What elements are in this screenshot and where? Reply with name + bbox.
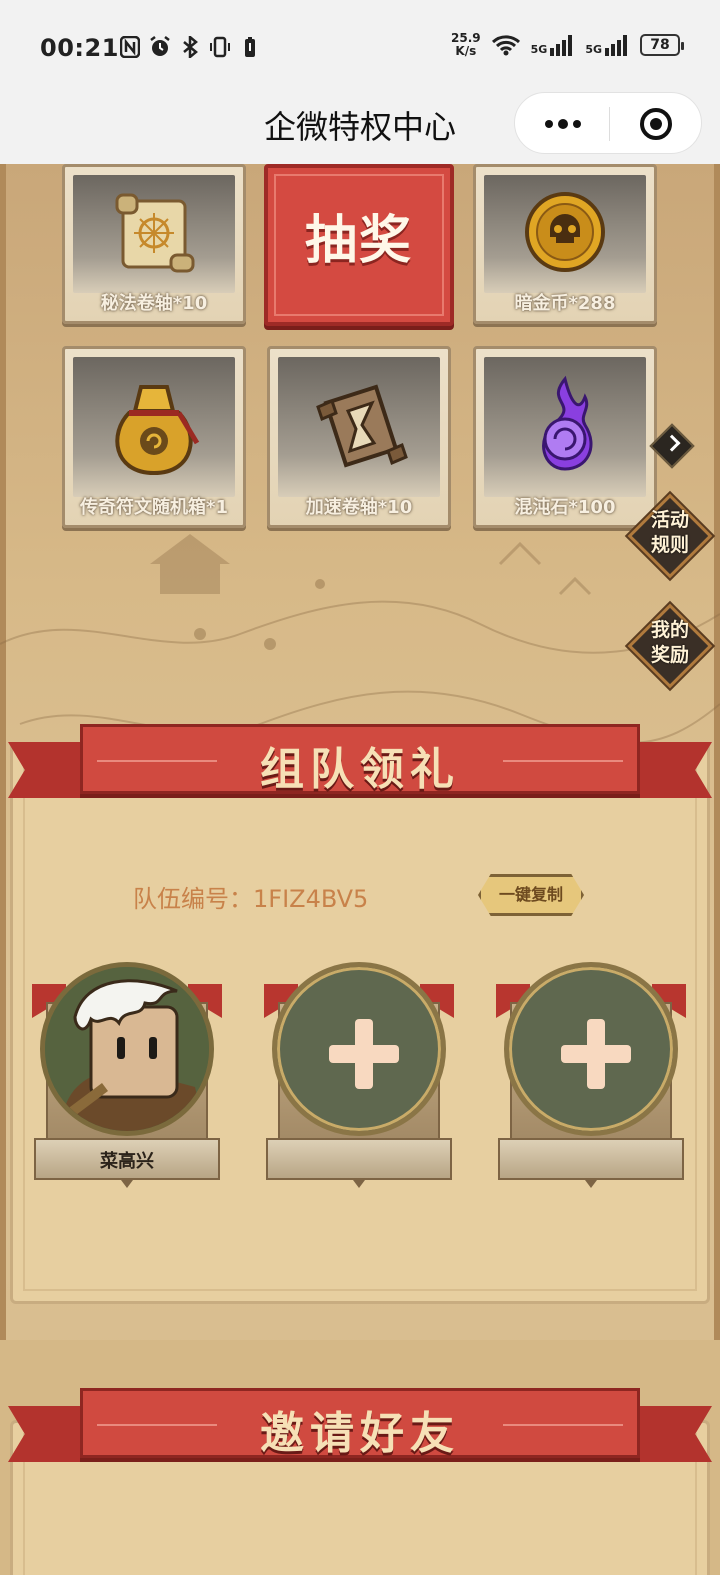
- team-slot-3[interactable]: [496, 962, 686, 1192]
- my-rewards-label: 我的 奖励: [628, 618, 712, 668]
- more-button[interactable]: [515, 93, 609, 155]
- reward-card-scroll: 秘法卷轴*10: [62, 164, 246, 324]
- network-speed: 25.9 K/s: [451, 32, 481, 58]
- more-dot-icon: [558, 119, 568, 129]
- reward-card-coin: 暗金币*288: [473, 164, 657, 324]
- reward-label: 暗金币*288: [514, 293, 616, 314]
- reward-label: 加速卷轴*10: [305, 497, 413, 518]
- draw-label: 抽奖: [304, 211, 413, 271]
- skull-coin-icon: [525, 192, 605, 272]
- rules-line-1: 活动: [650, 509, 689, 531]
- team-code-value: 1FIZ4BV5: [253, 885, 369, 913]
- scroll-icon: [115, 193, 195, 273]
- bluetooth-icon: [183, 36, 198, 58]
- status-bar: 00:21 25.9 K/s 5G 5G 78: [0, 0, 720, 92]
- my-rewards-line-2: 奖励: [650, 644, 689, 666]
- ribbon-main: 邀请好友: [80, 1388, 640, 1459]
- plus-icon: [587, 1019, 605, 1089]
- vibrate-icon: [210, 36, 230, 58]
- avatar: [40, 962, 214, 1136]
- plus-icon: [355, 1019, 373, 1089]
- chevron-right-icon: [663, 434, 681, 452]
- speed-unit: K/s: [455, 44, 477, 58]
- wifi-icon: [491, 35, 520, 56]
- character-avatar-icon: [45, 967, 209, 1131]
- slot-nameplate: [498, 1138, 684, 1188]
- status-time: 00:21: [40, 34, 119, 62]
- chaos-stone-icon: [542, 375, 593, 471]
- network-type-2: 5G: [585, 43, 602, 56]
- activity-rules-label: 活动 规则: [628, 508, 712, 558]
- title-bar: 企微特权中心: [0, 92, 720, 164]
- team-section-title: 组队领礼: [260, 744, 460, 795]
- team-code: 队伍编号：1FIZ4BV5: [133, 879, 368, 914]
- ribbon-main: 组队领礼: [80, 724, 640, 795]
- invite-ribbon: 邀请好友: [8, 1388, 712, 1478]
- battery-saver-icon: [245, 37, 255, 57]
- invite-member-button[interactable]: [272, 962, 446, 1136]
- team-ribbon: 组队领礼: [8, 724, 712, 814]
- reward-label: 秘法卷轴*10: [100, 293, 208, 314]
- my-rewards-line-1: 我的: [650, 619, 689, 641]
- activity-rules-button[interactable]: 活动 规则: [627, 493, 713, 579]
- more-dot-icon: [545, 120, 553, 128]
- status-right: 25.9 K/s 5G 5G 78: [451, 32, 684, 58]
- draw-lottery-button[interactable]: 抽奖: [264, 164, 454, 326]
- signal-bars-icon: [605, 35, 627, 56]
- alarm-icon: [150, 36, 170, 56]
- mini-program-capsule: [514, 92, 702, 154]
- team-slot-2[interactable]: [264, 962, 454, 1192]
- signal-2: 5G: [585, 34, 630, 56]
- reward-card-speed-scroll: 加速卷轴*10: [267, 346, 451, 528]
- slot-nameplate: 菜高兴: [34, 1138, 220, 1188]
- hourglass-scroll-icon: [316, 384, 408, 468]
- member-name: 菜高兴: [100, 1151, 154, 1172]
- nfc-icon: [120, 36, 140, 58]
- rules-line-2: 规则: [650, 534, 689, 556]
- close-mini-program-button[interactable]: [610, 93, 702, 155]
- battery-indicator: 78: [640, 34, 684, 56]
- my-rewards-button[interactable]: 我的 奖励: [627, 603, 713, 689]
- team-code-label: 队伍编号：: [133, 885, 253, 913]
- team-slot-1[interactable]: 菜高兴: [32, 962, 222, 1192]
- invite-member-button[interactable]: [504, 962, 678, 1136]
- copy-team-code-button[interactable]: 一键复制: [478, 874, 584, 916]
- reward-card-rune-bag: 传奇符文随机箱*1: [62, 346, 246, 528]
- signal-bars-icon: [550, 35, 573, 56]
- more-dot-icon: [573, 120, 581, 128]
- invite-section-title: 邀请好友: [260, 1408, 460, 1459]
- reward-label: 传奇符文随机箱*1: [80, 497, 228, 518]
- network-type-1: 5G: [530, 43, 548, 56]
- status-icons: [120, 36, 260, 58]
- signal-1: 5G: [531, 34, 576, 56]
- rune-bag-icon: [115, 385, 200, 476]
- slot-nameplate: [266, 1138, 452, 1188]
- target-icon: [640, 108, 672, 140]
